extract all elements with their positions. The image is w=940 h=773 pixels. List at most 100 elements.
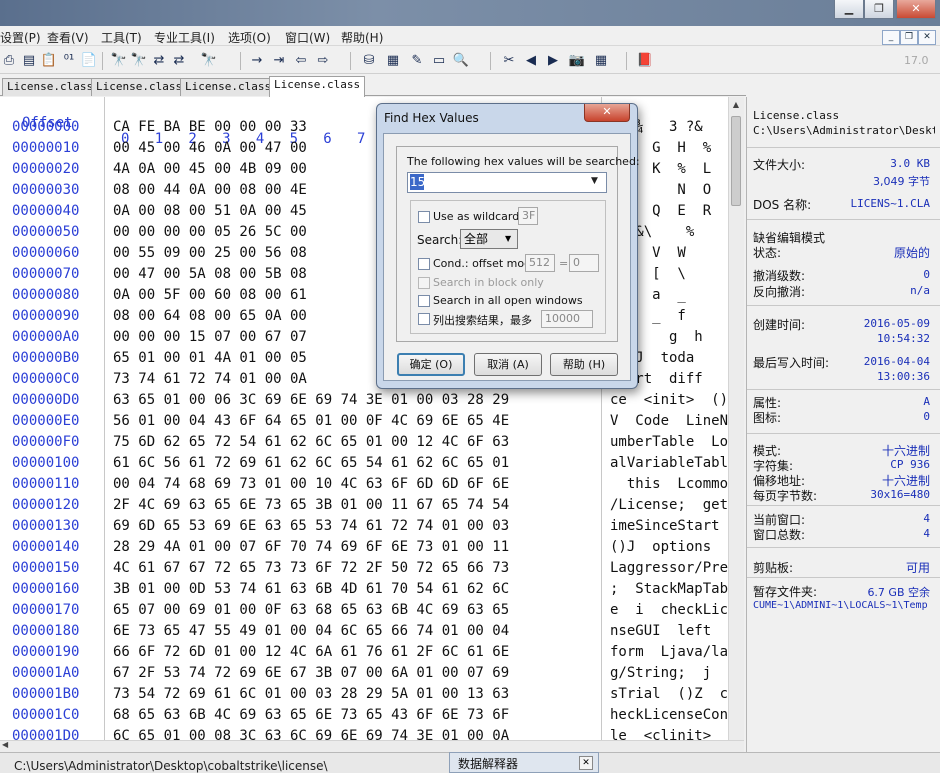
prev-icon[interactable]: ◀ xyxy=(522,52,540,70)
row-hex-bytes[interactable]: CA FE BA BE 00 00 00 33 xyxy=(113,119,307,135)
cond-mod-field[interactable]: 512 xyxy=(525,254,555,272)
back-icon[interactable]: ⇦ xyxy=(292,52,310,70)
print-icon[interactable]: ⎙ xyxy=(0,52,18,70)
row-text[interactable]: /License; getT xyxy=(610,497,728,513)
hex-row[interactable]: 00000180 6E 73 65 47 55 49 01 00 04 6C 65… xyxy=(0,623,728,644)
row-text[interactable]: alVariableTable xyxy=(610,455,728,471)
mdi-restore-button[interactable]: ❐ xyxy=(900,30,918,45)
chevron-down-icon[interactable]: ▼ xyxy=(505,234,511,243)
menu-help[interactable]: 帮助(H) xyxy=(341,29,383,46)
row-text[interactable]: imeSinceStart xyxy=(610,518,720,534)
row-hex-bytes[interactable]: 75 6D 62 65 72 54 61 62 6C 65 01 00 12 4… xyxy=(113,434,509,450)
open-disk-icon[interactable]: ⛁ xyxy=(360,52,378,70)
clipboard-icon[interactable]: 📋 xyxy=(40,52,58,70)
hex-row[interactable]: 000001C0 68 65 63 6B 4C 69 63 65 6E 73 65… xyxy=(0,707,728,728)
row-hex-bytes[interactable]: 65 07 00 69 01 00 0F 63 68 65 63 6B 4C 6… xyxy=(113,602,509,618)
book-icon[interactable]: 📕 xyxy=(636,52,654,70)
horizontal-scrollbar[interactable] xyxy=(0,740,744,752)
minimize-button[interactable]: ▁ xyxy=(834,0,864,19)
magnifier-icon[interactable]: 🔍 xyxy=(452,52,470,70)
hex-values-combobox[interactable] xyxy=(407,172,607,193)
row-hex-bytes[interactable]: 67 2F 53 74 72 69 6E 67 3B 07 00 6A 01 0… xyxy=(113,665,509,681)
replace-icon[interactable]: ⇄ xyxy=(150,52,168,70)
hex-row[interactable]: 000001B0 73 54 72 69 61 6C 01 00 03 28 29… xyxy=(0,686,728,707)
hex-row[interactable]: 000000E0 56 01 00 04 43 6F 64 65 01 00 0F… xyxy=(0,413,728,434)
wildcard-value-field[interactable]: 3F xyxy=(518,207,538,225)
hex-values-input[interactable]: 15 xyxy=(410,174,425,190)
row-hex-bytes[interactable]: 00 00 00 00 05 26 5C 00 xyxy=(113,224,307,240)
row-hex-bytes[interactable]: 00 45 00 46 0A 00 47 00 xyxy=(113,140,307,156)
row-hex-bytes[interactable]: 56 01 00 04 43 6F 64 65 01 00 0F 4C 69 6… xyxy=(113,413,509,429)
tab-license-active[interactable]: License.class xyxy=(269,76,366,97)
cond-value-field[interactable]: 0 xyxy=(569,254,599,272)
row-hex-bytes[interactable]: 73 74 61 72 74 01 00 0A xyxy=(113,371,307,387)
wildcard-checkbox[interactable] xyxy=(418,211,430,223)
list-max-field[interactable]: 10000 xyxy=(541,310,593,328)
row-hex-bytes[interactable]: 4A 0A 00 45 00 4B 09 00 xyxy=(113,161,307,177)
row-text[interactable]: g/String; j i xyxy=(610,665,728,681)
vertical-scroll-thumb[interactable] xyxy=(731,116,741,206)
maximize-button[interactable]: ❐ xyxy=(864,0,894,19)
scroll-left-arrow-icon[interactable]: ◀ xyxy=(2,740,8,749)
menu-view[interactable]: 查看(V) xyxy=(47,29,89,46)
paste-icon[interactable]: 📄 xyxy=(80,52,98,70)
row-hex-bytes[interactable]: 69 6D 65 53 69 6E 63 65 53 74 61 72 74 0… xyxy=(113,518,509,534)
mdi-minimize-button[interactable]: _ xyxy=(882,30,900,45)
menu-tools[interactable]: 工具(T) xyxy=(101,29,142,46)
ok-button[interactable]: 确定 (O) xyxy=(397,353,465,376)
tab-license-2[interactable]: License.class xyxy=(91,78,188,96)
replace-hex-icon[interactable]: ⇄ xyxy=(170,52,188,70)
hex-row[interactable]: 000000D0 63 65 01 00 06 3C 69 6E 69 74 3E… xyxy=(0,392,728,413)
row-hex-bytes[interactable]: 0A 00 08 00 51 0A 00 45 xyxy=(113,203,307,219)
scroll-up-arrow-icon[interactable]: ▲ xyxy=(729,98,743,112)
row-hex-bytes[interactable]: 63 65 01 00 06 3C 69 6E 69 74 3E 01 00 0… xyxy=(113,392,509,408)
menu-options[interactable]: 选项(O) xyxy=(228,29,271,46)
row-hex-bytes[interactable]: 00 00 00 15 07 00 67 07 xyxy=(113,329,307,345)
hex-row[interactable]: 00000190 66 6F 72 6D 01 00 12 4C 6A 61 76… xyxy=(0,644,728,665)
binary-icon[interactable]: ⁰¹ xyxy=(60,52,78,70)
row-hex-bytes[interactable]: 00 55 09 00 25 00 56 08 xyxy=(113,245,307,261)
find-hex-icon[interactable]: 🔭 xyxy=(130,52,148,70)
row-hex-bytes[interactable]: 6E 73 65 47 55 49 01 00 04 6C 65 66 74 0… xyxy=(113,623,509,639)
row-text[interactable]: V Code LineN xyxy=(610,413,728,429)
hex-row[interactable]: 000000F0 75 6D 62 65 72 54 61 62 6C 65 01… xyxy=(0,434,728,455)
row-hex-bytes[interactable]: 08 00 64 08 00 65 0A 00 xyxy=(113,308,307,324)
hex-row[interactable]: 00000100 61 6C 56 61 72 69 61 62 6C 65 54… xyxy=(0,455,728,476)
row-hex-bytes[interactable]: 00 04 74 68 69 73 01 00 10 4C 63 6F 6D 6… xyxy=(113,476,509,492)
row-hex-bytes[interactable]: 61 6C 56 61 72 69 61 62 6C 65 54 61 62 6… xyxy=(113,455,509,471)
hex-row[interactable]: 000001A0 67 2F 53 74 72 69 6E 67 3B 07 00… xyxy=(0,665,728,686)
find-next-icon[interactable]: 🔭 xyxy=(200,52,218,70)
row-hex-bytes[interactable]: 0A 00 5F 00 60 08 00 61 xyxy=(113,287,307,303)
properties-icon[interactable]: ▤ xyxy=(20,52,38,70)
window-close-button[interactable]: ✕ xyxy=(896,0,936,19)
hex-row[interactable]: 00000120 2F 4C 69 63 65 6E 73 65 3B 01 00… xyxy=(0,497,728,518)
cond-offset-checkbox[interactable] xyxy=(418,258,430,270)
row-hex-bytes[interactable]: 68 65 63 6B 4C 69 63 65 6E 73 65 43 6F 6… xyxy=(113,707,509,723)
camera-icon[interactable]: 📷 xyxy=(568,52,586,70)
find-icon[interactable]: 🔭 xyxy=(110,52,128,70)
row-text[interactable]: Laggressor/Prefs xyxy=(610,560,728,576)
next-icon[interactable]: ▶ xyxy=(544,52,562,70)
cancel-button[interactable]: 取消 (A) xyxy=(474,353,542,376)
row-text[interactable]: sTrial ()Z c xyxy=(610,686,728,702)
row-text[interactable]: ; StackMapTabl xyxy=(610,581,728,597)
row-hex-bytes[interactable]: 65 01 00 01 4A 01 00 05 xyxy=(113,350,307,366)
hex-row[interactable]: 00000110 00 04 74 68 69 73 01 00 10 4C 63… xyxy=(0,476,728,497)
hex-row[interactable]: 00000170 65 07 00 69 01 00 0F 63 68 65 63… xyxy=(0,602,728,623)
row-text[interactable]: nseGUI left xyxy=(610,623,711,639)
row-hex-bytes[interactable]: 00 47 00 5A 08 00 5B 08 xyxy=(113,266,307,282)
block-only-checkbox[interactable] xyxy=(418,277,430,289)
forward-icon[interactable]: ⇨ xyxy=(314,52,332,70)
row-text[interactable]: e i checkLice xyxy=(610,602,728,618)
goto-offset-icon[interactable]: → xyxy=(248,52,266,70)
chevron-down-icon[interactable]: ▼ xyxy=(591,176,598,186)
row-hex-bytes[interactable]: 73 54 72 69 61 6C 01 00 03 28 29 5A 01 0… xyxy=(113,686,509,702)
row-hex-bytes[interactable]: 2F 4C 69 63 65 6E 73 65 3B 01 00 11 67 6… xyxy=(113,497,509,513)
hex-row[interactable]: 00000130 69 6D 65 53 69 6E 63 65 53 74 61… xyxy=(0,518,728,539)
row-hex-bytes[interactable]: 4C 61 67 67 72 65 73 73 6F 72 2F 50 72 6… xyxy=(113,560,509,576)
hex-row[interactable]: 000001D0 6C 65 01 00 08 3C 63 6C 69 6E 69… xyxy=(0,728,728,740)
row-text[interactable]: this Lcommon xyxy=(610,476,728,492)
row-hex-bytes[interactable]: 08 00 44 0A 00 08 00 4E xyxy=(113,182,307,198)
list-results-checkbox[interactable] xyxy=(418,313,430,325)
row-hex-bytes[interactable]: 6C 65 01 00 08 3C 63 6C 69 6E 69 74 3E 0… xyxy=(113,728,509,740)
